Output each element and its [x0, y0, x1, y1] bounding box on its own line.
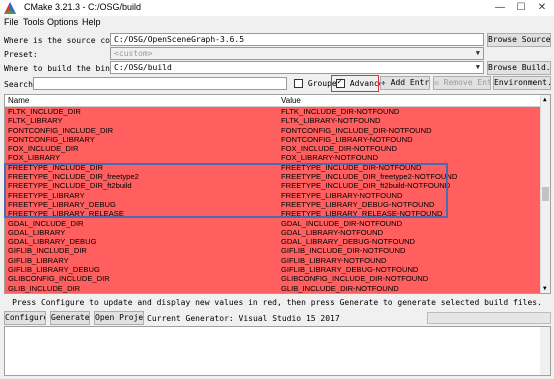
table-row[interactable]: GIFLIB_LIBRARY GIFLIB_LIBRARY-NOTFOUND: [5, 255, 542, 266]
build-path-select[interactable]: C:/OSG/build ▼: [110, 61, 484, 74]
browse-source-button[interactable]: Browse Source...: [487, 33, 551, 47]
row-name-cell: GIFLIB_INCLUDE_DIR: [8, 246, 87, 256]
window-title: CMake 3.21.3 - C:/OSG/build: [24, 2, 142, 12]
current-generator-label: Current Generator: Visual Studio 15 2017: [147, 314, 340, 323]
row-name-cell: FOX_LIBRARY: [8, 153, 61, 163]
row-value-cell[interactable]: GDAL_LIBRARY_DEBUG-NOTFOUND: [281, 237, 415, 246]
close-button[interactable]: ✕: [532, 0, 552, 16]
table-row[interactable]: FONTCONFIG_INCLUDE_DIR FONTCONFIG_INCLUDE…: [5, 125, 542, 135]
source-label: Where is the source code:: [4, 36, 125, 45]
configure-button[interactable]: Configure: [4, 311, 46, 325]
row-value-cell[interactable]: FONTCONFIG_INCLUDE_DIR-NOTFOUND: [281, 126, 432, 135]
row-value-cell[interactable]: GIFLIB_INCLUDE_DIR-NOTFOUND: [281, 246, 405, 255]
row-value-cell[interactable]: FOX_INCLUDE_DIR-NOTFOUND: [281, 144, 397, 153]
preset-label: Preset:: [4, 50, 38, 59]
table-row[interactable]: GLIBCONFIG_INCLUDE_DIR GLIBCONFIG_INCLUDE…: [5, 274, 542, 284]
row-value-cell[interactable]: GDAL_INCLUDE_DIR-NOTFOUND: [281, 219, 402, 228]
bottom-toolbar: Configure Generate Open Project Current …: [0, 310, 554, 326]
table-row[interactable]: GIFLIB_LIBRARY_DEBUG GIFLIB_LIBRARY_DEBUG…: [5, 265, 542, 275]
build-path-value: C:/OSG/build: [114, 63, 172, 72]
grouped-checkbox-box[interactable]: [294, 79, 303, 88]
scroll-up-icon[interactable]: ▲: [543, 96, 547, 103]
freetype-highlight-box: [4, 163, 448, 218]
search-input[interactable]: [33, 77, 287, 90]
add-entry-button[interactable]: ✚ Add Entry: [380, 76, 430, 90]
table-row[interactable]: FOX_INCLUDE_DIR FOX_INCLUDE_DIR-NOTFOUND: [5, 144, 542, 154]
row-value-cell[interactable]: FLTK_LIBRARY-NOTFOUND: [281, 116, 380, 125]
row-value-cell[interactable]: FONTCONFIG_LIBRARY-NOTFOUND: [281, 135, 413, 144]
scrollbar-thumb[interactable]: [542, 187, 549, 201]
preset-select[interactable]: <custom> ▼: [110, 47, 484, 60]
row-value-cell[interactable]: GLIBCONFIG_INCLUDE_DIR-NOTFOUND: [281, 274, 428, 283]
progress-bar: [427, 312, 551, 324]
column-header-name[interactable]: Name: [8, 96, 29, 105]
row-name-cell: FLTK_LIBRARY: [8, 116, 63, 126]
output-scrollbar[interactable]: [540, 327, 550, 375]
menu-bar: File Tools Options Help: [0, 16, 554, 29]
row-value-cell[interactable]: GLIB_INCLUDE_DIR-NOTFOUND: [281, 284, 399, 293]
browse-build-button[interactable]: Browse Build...: [487, 61, 551, 75]
table-row[interactable]: GLIB_INCLUDE_DIR GLIB_INCLUDE_DIR-NOTFOUN…: [5, 283, 542, 293]
menu-options[interactable]: Options: [47, 17, 78, 27]
row-name-cell: GIFLIB_LIBRARY_DEBUG: [8, 265, 100, 275]
table-row[interactable]: FLTK_INCLUDE_DIR FLTK_INCLUDE_DIR-NOTFOUN…: [5, 107, 542, 117]
row-name-cell: GIFLIB_LIBRARY: [8, 255, 69, 265]
remove-icon: ☒: [434, 78, 439, 87]
output-log[interactable]: [4, 326, 551, 376]
row-name-cell: GDAL_LIBRARY_DEBUG: [8, 237, 97, 247]
table-row[interactable]: GIFLIB_INCLUDE_DIR GIFLIB_INCLUDE_DIR-NOT…: [5, 246, 542, 256]
table-header: Name Value: [5, 95, 542, 107]
row-value-cell[interactable]: GIFLIB_LIBRARY_DEBUG-NOTFOUND: [281, 265, 418, 274]
table-row[interactable]: GDAL_INCLUDE_DIR GDAL_INCLUDE_DIR-NOTFOUN…: [5, 218, 542, 228]
remove-entry-button[interactable]: ☒ Remove Entry: [433, 76, 491, 90]
chevron-down-icon: ▼: [475, 49, 480, 57]
menu-help[interactable]: Help: [82, 17, 101, 27]
source-path-input[interactable]: C:/OSG/OpenSceneGraph-3.6.5: [110, 33, 484, 46]
scroll-down-icon[interactable]: ▼: [543, 285, 547, 292]
table-row[interactable]: GDAL_LIBRARY GDAL_LIBRARY-NOTFOUND: [5, 227, 542, 238]
table-row[interactable]: FLTK_LIBRARY FLTK_LIBRARY-NOTFOUND: [5, 116, 542, 126]
minimize-button[interactable]: —: [490, 0, 510, 16]
cmake-app-icon: [4, 2, 16, 14]
table-row[interactable]: FOX_LIBRARY FOX_LIBRARY-NOTFOUND: [5, 153, 542, 163]
row-value-cell[interactable]: GDAL_LIBRARY-NOTFOUND: [281, 228, 383, 237]
row-name-cell: FONTCONFIG_LIBRARY: [8, 134, 95, 144]
environment-button[interactable]: Environment...: [493, 76, 551, 90]
row-value-cell[interactable]: FLTK_INCLUDE_DIR-NOTFOUND: [281, 107, 399, 116]
row-name-cell: GLIBCONFIG_INCLUDE_DIR: [8, 274, 110, 284]
row-name-cell: FOX_INCLUDE_DIR: [8, 144, 79, 154]
row-name-cell: FONTCONFIG_INCLUDE_DIR: [8, 125, 114, 135]
row-value-cell[interactable]: GIFLIB_LIBRARY-NOTFOUND: [281, 256, 387, 265]
column-header-value[interactable]: Value: [281, 96, 301, 105]
preset-value: <custom>: [114, 49, 153, 58]
title-bar: CMake 3.21.3 - C:/OSG/build — ☐ ✕: [0, 0, 554, 16]
row-name-cell: FLTK_INCLUDE_DIR: [8, 107, 81, 116]
menu-file[interactable]: File: [4, 17, 19, 27]
row-name-cell: GDAL_INCLUDE_DIR: [8, 218, 84, 228]
chevron-down-icon: ▼: [475, 63, 480, 71]
remove-entry-label: Remove Entry: [443, 78, 490, 87]
add-entry-label: Add Entry: [390, 78, 430, 87]
row-name-cell: GLIB_INCLUDE_DIR: [8, 283, 81, 293]
table-row[interactable]: FONTCONFIG_LIBRARY FONTCONFIG_LIBRARY-NOT…: [5, 134, 542, 145]
menu-tools[interactable]: Tools: [23, 17, 44, 27]
row-name-cell: GDAL_LIBRARY: [8, 227, 66, 237]
generate-button[interactable]: Generate: [50, 311, 90, 325]
advanced-highlight-box: [331, 75, 379, 92]
status-message: Press Configure to update and display ne…: [12, 298, 542, 307]
plus-icon: ✚: [381, 78, 386, 87]
table-row[interactable]: GDAL_LIBRARY_DEBUG GDAL_LIBRARY_DEBUG-NOT…: [5, 237, 542, 247]
table-scrollbar[interactable]: ▲ ▼: [540, 95, 550, 293]
open-project-button[interactable]: Open Project: [94, 311, 144, 325]
maximize-button[interactable]: ☐: [511, 0, 531, 16]
row-value-cell[interactable]: FOX_LIBRARY-NOTFOUND: [281, 153, 378, 162]
